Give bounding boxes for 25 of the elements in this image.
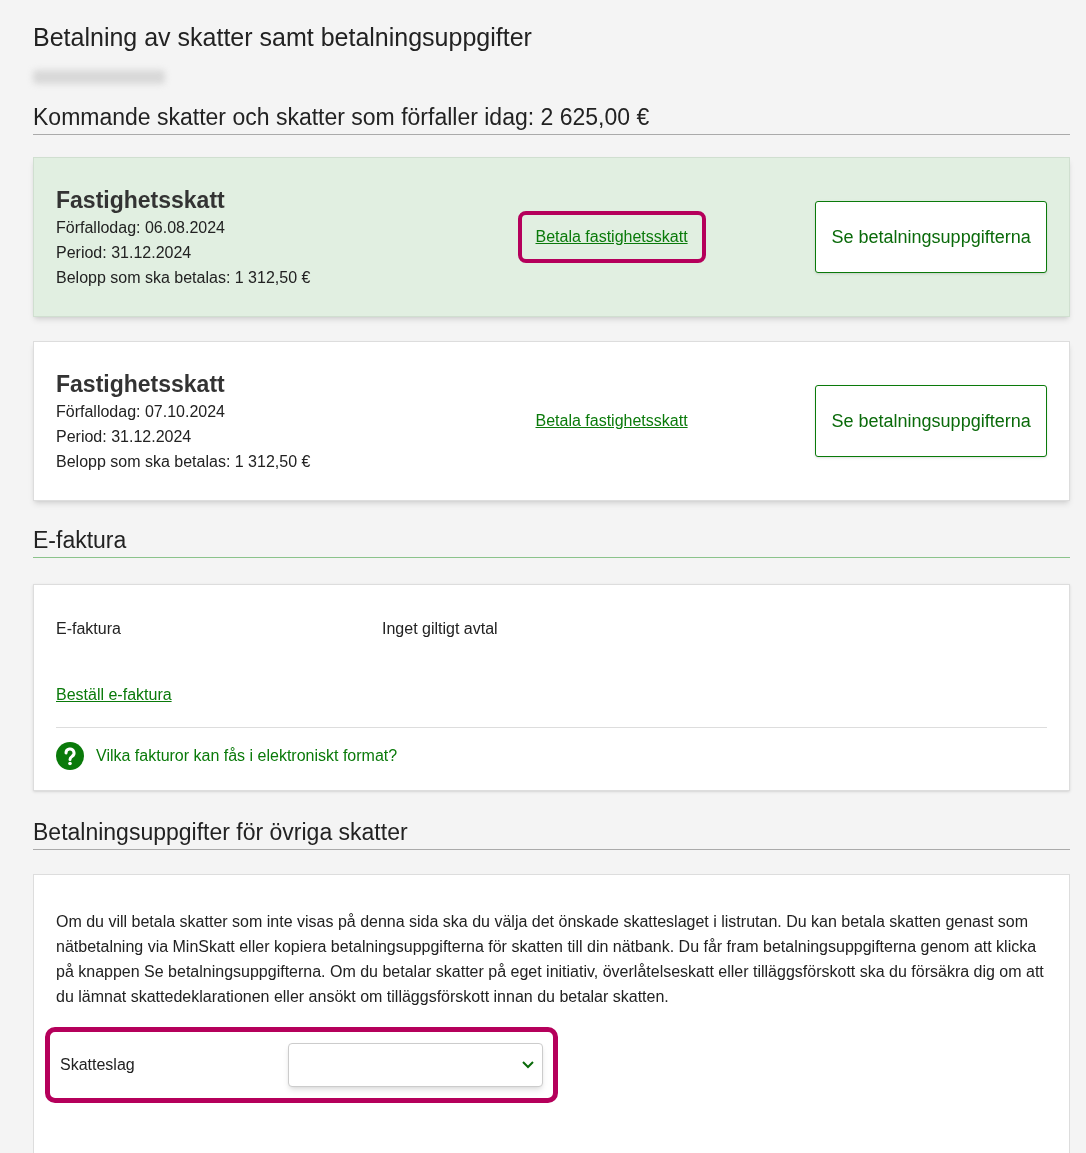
tax-title: Fastighetsskatt [56,185,226,215]
tax-type-select[interactable] [287,1043,543,1087]
chevron-down-icon [522,1061,534,1069]
section-heading: Betalningsuppgifter för övriga skatter [33,818,408,847]
field-label: E-faktura [56,619,122,639]
period: Period: 31.12.2024 [56,426,193,447]
help-link[interactable]: Vilka fakturor kan fås i elektroniskt format? [96,744,398,768]
field-label: Skatteslag [60,1055,136,1075]
page-title: Betalning av skatter samt betalningsuppgifter [33,22,532,53]
period: Period: 31.12.2024 [56,242,193,263]
amount-due: Belopp som ska betalas: 1 312,50 € [56,267,312,288]
intro-paragraph: Om du vill betala skatter som inte visas på denna sida ska du välja det önskade skatteslaget i listrutan. Du kan betala skatten genast som nätbetalning via MinSkatt eller kopiera betalningsuppgifterna för skatten till din nätbank. Du får fram betalningsuppgifterna genom att klicka på knappen Se betalningsuppgifterna. Om du betalar skatter på eget initiativ, överlåtelseskatt eller tilläggsförskott ska du försäkra dig om att du lämnat skattedeklarationen eller ansökt om tilläggsförskott innan du betalar skatten. [56,912,1045,1007]
pay-tax-link[interactable]: Betala fastighetsskatt [535,228,688,245]
due-date: Förfallodag: 07.10.2024 [56,401,226,422]
due-date: Förfallodag: 06.08.2024 [56,217,226,238]
view-payment-details-button[interactable]: Se betalningsuppgifterna [815,385,1047,457]
pay-tax-link[interactable]: Betala fastighetsskatt [535,412,688,429]
amount-due: Belopp som ska betalas: 1 312,50 € [56,451,312,472]
field-value: Inget giltigt avtal [382,619,498,639]
tax-title: Fastighetsskatt [56,369,226,399]
section-heading: Kommande skatter och skatter som förfaller idag: 2 625,00 € [33,103,650,132]
view-payment-details-button[interactable]: Se betalningsuppgifterna [815,201,1047,273]
section-heading: E-faktura [33,526,127,555]
help-icon [56,742,84,770]
order-e-invoice-link[interactable]: Beställ e-faktura [56,686,172,703]
